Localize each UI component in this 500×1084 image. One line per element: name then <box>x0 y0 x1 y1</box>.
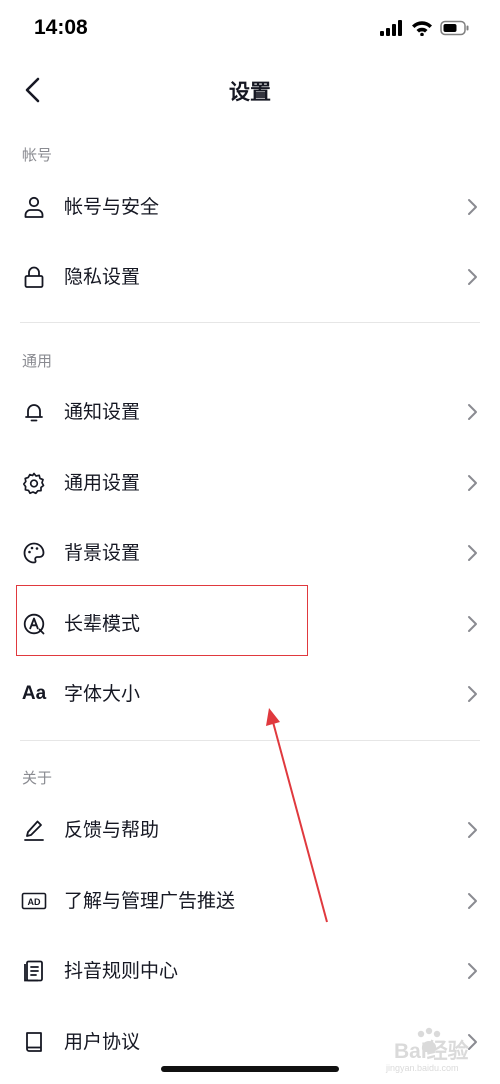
chevron-right-icon <box>468 269 477 285</box>
chevron-right-icon <box>468 963 477 979</box>
settings-row-background[interactable]: 背景设置 <box>0 518 500 588</box>
chevron-right-icon <box>468 616 477 632</box>
bell-icon <box>20 398 48 426</box>
chevron-right-icon <box>468 686 477 702</box>
watermark-text: Bai经验 <box>394 1040 469 1063</box>
chevron-right-icon <box>468 545 477 561</box>
section-divider <box>20 740 480 741</box>
page-title: 设置 <box>229 80 271 104</box>
status-bar: 14:08 <box>0 0 500 60</box>
person-icon <box>20 193 48 221</box>
row-label: 通知设置 <box>64 401 141 423</box>
section-divider <box>20 322 480 323</box>
settings-row-notifications[interactable]: 通知设置 <box>0 377 500 447</box>
signal-icon <box>380 20 402 36</box>
chevron-right-icon <box>468 475 477 491</box>
palette-icon <box>20 539 48 567</box>
watermark: Bai经验 jingyan.baidu.com <box>356 1027 496 1077</box>
font-size-icon: Aa <box>20 680 48 708</box>
battery-icon <box>440 20 469 36</box>
home-indicator[interactable] <box>161 1066 339 1072</box>
row-label: 用户协议 <box>64 1031 141 1053</box>
document-icon <box>20 957 48 985</box>
font-size-icon-text: Aa <box>21 683 47 704</box>
chevron-right-icon <box>468 404 477 420</box>
settings-row-account-security[interactable]: 帐号与安全 <box>0 172 500 242</box>
pencil-icon <box>20 816 48 844</box>
ad-icon: AD <box>20 887 48 915</box>
row-label: 背景设置 <box>64 542 141 564</box>
status-icons <box>380 20 470 36</box>
lock-icon <box>20 263 48 291</box>
row-label: 抖音规则中心 <box>64 960 179 982</box>
nav-bar: 设置 <box>0 60 500 120</box>
watermark-subtext: jingyan.baidu.com <box>386 1063 459 1073</box>
chevron-right-icon <box>468 893 477 909</box>
settings-row-feedback[interactable]: 反馈与帮助 <box>0 795 500 865</box>
settings-row-font-size[interactable]: Aa 字体大小 <box>0 659 500 729</box>
settings-row-rules-center[interactable]: 抖音规则中心 <box>0 936 500 1006</box>
row-label: 隐私设置 <box>64 266 141 288</box>
highlight-box <box>16 585 308 656</box>
section-header-account: 帐号 <box>22 146 53 164</box>
section-header-general: 通用 <box>22 352 53 370</box>
svg-text:AD: AD <box>28 897 41 907</box>
row-label: 了解与管理广告推送 <box>64 890 236 912</box>
chevron-right-icon <box>468 822 477 838</box>
row-label: 帐号与安全 <box>64 196 160 218</box>
row-label: 反馈与帮助 <box>64 819 160 841</box>
row-label: 字体大小 <box>64 683 141 705</box>
chevron-right-icon <box>468 199 477 215</box>
gear-icon <box>20 469 48 497</box>
settings-row-ad-management[interactable]: AD 了解与管理广告推送 <box>0 866 500 936</box>
settings-row-privacy[interactable]: 隐私设置 <box>0 242 500 312</box>
section-header-about: 关于 <box>22 769 53 787</box>
settings-row-general[interactable]: 通用设置 <box>0 448 500 518</box>
book-icon <box>20 1028 48 1056</box>
wifi-icon <box>412 21 432 36</box>
row-label: 通用设置 <box>64 472 141 494</box>
status-time: 14:08 <box>34 16 88 39</box>
